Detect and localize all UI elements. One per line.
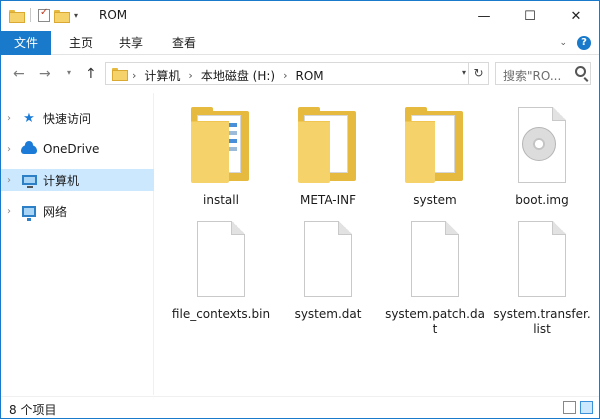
file-item-system[interactable]: system: [385, 105, 485, 208]
folder-icon: [112, 68, 128, 81]
address-history-chevron-icon[interactable]: ▾: [462, 68, 466, 77]
explorer-window: ▾ ROM — ☐ ✕ 文件 主页 共享 查看 ⌄ ? ← → ▾ ↑ › 计算…: [0, 0, 600, 419]
file-name: file_contexts.bin: [171, 307, 271, 321]
search-input[interactable]: 搜索"RO...: [495, 62, 591, 85]
file-name: system: [413, 193, 457, 207]
toolbar-divider: [30, 8, 31, 22]
back-arrow-icon[interactable]: ←: [13, 66, 25, 82]
properties-icon[interactable]: [38, 7, 50, 22]
new-folder-icon[interactable]: [54, 9, 70, 23]
up-arrow-icon[interactable]: ↑: [85, 66, 97, 82]
expand-chevron-icon[interactable]: ›: [7, 206, 21, 217]
breadcrumb-drive-h[interactable]: 本地磁盘 (H:): [201, 67, 275, 84]
window-controls: — ☐ ✕: [461, 1, 599, 31]
maximize-button[interactable]: ☐: [507, 1, 553, 31]
breadcrumb-computer[interactable]: 计算机: [144, 67, 180, 84]
expand-ribbon-chevron-icon[interactable]: ⌄: [559, 38, 567, 48]
file-name: system.patch.dat: [385, 307, 485, 336]
ribbon-controls: ⌄ ?: [559, 36, 591, 50]
file-item-system-patch-dat[interactable]: system.patch.dat: [385, 219, 485, 337]
breadcrumb-rom[interactable]: ROM: [295, 69, 323, 83]
window-title: ROM: [99, 8, 128, 22]
file-item-install[interactable]: install: [171, 105, 271, 208]
folder-icon: [189, 105, 253, 185]
folder-icon: [9, 9, 25, 23]
nav-item-label: 网络: [43, 204, 68, 219]
title-bar: ▾ ROM — ☐ ✕: [1, 1, 599, 31]
folder-icon: [403, 105, 467, 185]
file-list: install META-INF system boot.img file_co…: [155, 93, 599, 395]
network-icon: [21, 204, 37, 221]
close-button[interactable]: ✕: [553, 1, 599, 31]
file-name: install: [203, 193, 239, 207]
view-toggle: [563, 401, 593, 414]
file-item-file-contexts-bin[interactable]: file_contexts.bin: [171, 219, 271, 322]
tab-view[interactable]: 查看: [162, 31, 206, 55]
file-icon: [296, 219, 360, 299]
refresh-icon[interactable]: ↻: [468, 62, 488, 85]
search-placeholder: 搜索"RO...: [503, 69, 562, 83]
expand-chevron-icon[interactable]: ›: [7, 175, 21, 186]
file-item-meta-inf[interactable]: META-INF: [278, 105, 378, 208]
status-bar: 8 个项目: [1, 396, 599, 418]
nav-item-label: 计算机: [43, 173, 80, 188]
file-name: META-INF: [299, 193, 357, 207]
address-bar[interactable]: › 计算机 › 本地磁盘 (H:) › ROM ▾ ↻: [105, 62, 489, 85]
breadcrumb-separator-icon[interactable]: ›: [188, 69, 192, 82]
file-icon: [403, 219, 467, 299]
tab-home[interactable]: 主页: [59, 31, 103, 55]
item-count: 8 个项目: [9, 403, 57, 417]
tab-share[interactable]: 共享: [109, 31, 153, 55]
file-name: system.transfer.list: [493, 307, 591, 336]
nav-item-label: 快速访问: [43, 111, 92, 126]
forward-arrow-icon[interactable]: →: [39, 66, 51, 82]
tab-file[interactable]: 文件: [1, 31, 51, 55]
expand-chevron-icon[interactable]: ›: [7, 144, 21, 155]
help-icon[interactable]: ?: [577, 36, 591, 50]
navigation-pane: › ★ 快速访问 › OneDrive › 计算机 › 网络: [1, 93, 154, 395]
details-view-icon[interactable]: [563, 401, 576, 414]
quick-access-toolbar: ▾: [9, 7, 78, 23]
nav-item-onedrive[interactable]: › OneDrive: [1, 138, 154, 160]
ribbon-tabs: 文件 主页 共享 查看 ⌄ ?: [1, 31, 599, 55]
file-name: boot.img: [515, 193, 569, 207]
file-item-system-dat[interactable]: system.dat: [278, 219, 378, 322]
disc-image-icon: [510, 105, 574, 185]
customize-toolbar-icon[interactable]: ▾: [74, 11, 78, 20]
file-item-boot-img[interactable]: boot.img: [492, 105, 592, 208]
cloud-icon: [21, 140, 37, 156]
file-icon: [510, 219, 574, 299]
computer-icon: [21, 173, 37, 188]
recent-locations-chevron-icon[interactable]: ▾: [67, 68, 71, 77]
breadcrumb-separator-icon[interactable]: ›: [132, 69, 136, 82]
nav-item-computer[interactable]: › 计算机: [1, 169, 154, 191]
file-name: system.dat: [294, 307, 362, 321]
navigation-bar: ← → ▾ ↑ › 计算机 › 本地磁盘 (H:) › ROM ▾ ↻ 搜索"R…: [1, 56, 599, 92]
large-icons-view-icon[interactable]: [580, 401, 593, 414]
breadcrumb-separator-icon[interactable]: ›: [283, 69, 287, 82]
star-icon: ★: [23, 110, 35, 126]
file-icon: [189, 219, 253, 299]
folder-icon: [296, 105, 360, 185]
file-item-system-transfer-list[interactable]: system.transfer.list: [492, 219, 592, 337]
search-icon: [575, 66, 586, 77]
expand-chevron-icon[interactable]: ›: [7, 113, 21, 124]
breadcrumb: › 计算机 › 本地磁盘 (H:) › ROM: [132, 67, 324, 84]
minimize-button[interactable]: —: [461, 1, 507, 31]
nav-item-label: OneDrive: [43, 142, 100, 156]
nav-item-network[interactable]: › 网络: [1, 200, 154, 222]
nav-item-quick-access[interactable]: › ★ 快速访问: [1, 107, 154, 129]
